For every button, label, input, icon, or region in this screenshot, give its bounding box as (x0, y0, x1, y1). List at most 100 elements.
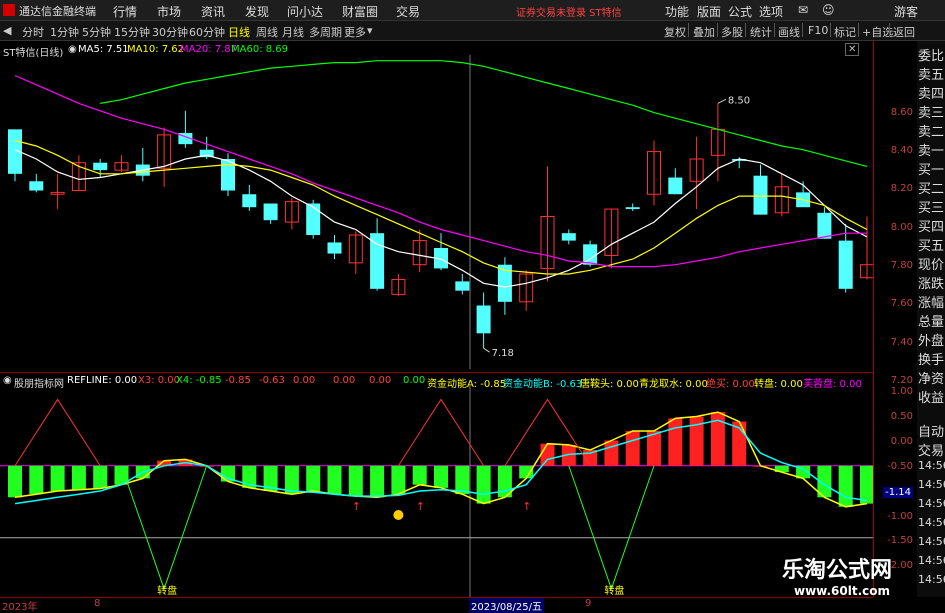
panel-close-icon[interactable]: ✕ (845, 43, 860, 56)
period-monthly[interactable]: 月线 (282, 24, 304, 40)
guest-label[interactable]: 游客 (894, 3, 918, 20)
quote-label[interactable]: 涨跌 (918, 273, 944, 292)
watermark-url: www.60lt.com (794, 584, 891, 598)
toolbar-divider (889, 23, 890, 37)
period-5min[interactable]: 5分钟 (82, 24, 111, 40)
quote-label[interactable]: 委比 (918, 45, 944, 64)
period-30min[interactable]: 30分钟 (152, 24, 188, 40)
btn-overlay[interactable]: 叠加 (693, 24, 715, 40)
period-multi[interactable]: 多周期 (309, 24, 342, 40)
price-tick: 8.60 (890, 107, 913, 118)
low-price-label: 7.18 (492, 348, 514, 359)
indicator-bar (50, 465, 65, 491)
price-axis: 8.60 8.40 8.20 8.00 7.80 7.60 7.40 7.20 … (873, 41, 917, 597)
toolbar-divider (858, 23, 859, 37)
quote-label[interactable]: 买三 (918, 197, 944, 216)
period-weekly[interactable]: 周线 (256, 24, 278, 40)
indicator-bar (604, 440, 619, 466)
indicator-label: -0.63 (259, 375, 285, 386)
quote-label[interactable]: 总量 (918, 311, 944, 330)
indicator-label: 转盘: 0.00 (754, 379, 803, 390)
period-timeshare[interactable]: 分时 (22, 24, 44, 40)
quote-label[interactable]: 收益 (918, 387, 944, 406)
btn-f10[interactable]: F10 (808, 24, 828, 37)
quote-label[interactable]: 净资 (918, 368, 944, 387)
mail-icon[interactable]: ✉ (798, 3, 808, 17)
candle-body (242, 194, 257, 208)
indicator-bar (455, 465, 470, 495)
signal-peak-line (14, 398, 101, 467)
quote-label[interactable]: 卖一 (918, 140, 944, 159)
menu-item-market[interactable]: 市场 (157, 3, 181, 20)
indicator-label: 唐鞍头: 0.00 (580, 379, 639, 390)
quote-label[interactable]: 换手 (918, 349, 944, 368)
btn-restore-rights[interactable]: 复权 (664, 24, 686, 40)
watermark: 乐淘公式网 www.60lt.com (782, 552, 912, 598)
quote-label[interactable]: 卖三 (918, 102, 944, 121)
menu-item-discover[interactable]: 发现 (245, 3, 269, 20)
quote-label[interactable]: 涨幅 (918, 292, 944, 311)
btn-back[interactable]: 返回 (893, 24, 915, 40)
period-1min[interactable]: 1分钟 (50, 24, 79, 40)
high-marker (717, 98, 727, 104)
quote-label[interactable]: 买五 (918, 235, 944, 254)
candle-body (263, 203, 278, 221)
menu-layout[interactable]: 版面 (697, 3, 721, 20)
menu-options[interactable]: 选项 (759, 3, 783, 20)
menu-item-trade[interactable]: 交易 (396, 3, 420, 20)
menu-item-ask[interactable]: 问小达 (287, 3, 323, 20)
time-label: 14:56 (918, 478, 945, 491)
btn-statistics[interactable]: 统计 (750, 24, 772, 40)
quote-label[interactable]: 买四 (918, 216, 944, 235)
quote-label[interactable]: 外盘 (918, 330, 944, 349)
login-warning[interactable]: 证券交易未登录 ST特信 (516, 4, 622, 19)
menu-item-news[interactable]: 资讯 (201, 3, 225, 20)
period-daily[interactable]: 日线 (228, 24, 250, 40)
quote-label[interactable]: 卖四 (918, 83, 944, 102)
indicator-bar (476, 465, 491, 504)
btn-drawline[interactable]: 画线 (778, 24, 800, 40)
period-more[interactable]: 更多 (344, 24, 366, 40)
quote-label[interactable]: 卖二 (918, 121, 944, 140)
quote-label[interactable]: 现价 (918, 254, 944, 273)
period-collapse-icon[interactable]: ◀ (3, 24, 11, 37)
indicator-label: 芙蓉盘: 0.00 (803, 379, 862, 390)
signal-trough-line (568, 465, 655, 591)
quote-label[interactable]: 买二 (918, 178, 944, 197)
ma10-label: MA10: 7.62 (127, 44, 185, 55)
indicator-panel[interactable]: 转盘 转盘 ↑ ↑ ↑ ◉ 股朋指标网 REFLINE: 0.00 X3: 0.00 X… (0, 371, 874, 597)
settings-icon[interactable]: ◉ (68, 44, 77, 55)
quote-label[interactable]: 买一 (918, 159, 944, 178)
period-15min[interactable]: 15分钟 (114, 24, 150, 40)
price-tick: 8.20 (890, 183, 913, 194)
candle-body (561, 233, 576, 241)
chevron-down-icon[interactable]: ▾ (367, 24, 373, 37)
btn-multi-stock[interactable]: 多股 (721, 24, 743, 40)
indicator-label: -0.85 (225, 375, 251, 386)
period-60min[interactable]: 60分钟 (189, 24, 225, 40)
indicator-label: 0.00 (369, 375, 392, 386)
menu-item-quotes[interactable]: 行情 (113, 3, 137, 20)
indicator-chart: 转盘 转盘 ↑ ↑ ↑ (0, 371, 874, 597)
selected-date: 2023/08/25/五 (469, 598, 545, 613)
turn-label: 转盘 (604, 584, 624, 597)
auto-trade-label[interactable]: 交易 (918, 440, 944, 459)
ma-line-ma60 (100, 60, 868, 167)
auto-trade-label[interactable]: 自动 (918, 421, 944, 440)
menu-item-wealth[interactable]: 财富圈 (342, 3, 378, 20)
indicator-bar (540, 443, 555, 466)
kline-panel[interactable]: ST特信(日线) ◉ MA5: 7.51 MA10: 7.62 MA20: 7.… (0, 41, 874, 369)
btn-mark[interactable]: 标记 (834, 24, 856, 40)
menu-function[interactable]: 功能 (665, 3, 689, 20)
indicator-bar (93, 465, 108, 489)
date-year: 2023年 (2, 602, 38, 613)
toolbar-divider (830, 23, 831, 37)
indicator-bar (29, 465, 44, 495)
quote-label[interactable]: 卖五 (918, 64, 944, 83)
date-axis: 2023年 8 2023/08/25/五 9 (0, 597, 873, 613)
indicator-bar (434, 465, 448, 488)
settings-icon[interactable]: ◉ (3, 375, 12, 386)
indicator-label: X4: -0.85 (176, 375, 222, 386)
user-icon[interactable]: ☺ (822, 3, 835, 17)
menu-formula[interactable]: 公式 (728, 3, 752, 20)
